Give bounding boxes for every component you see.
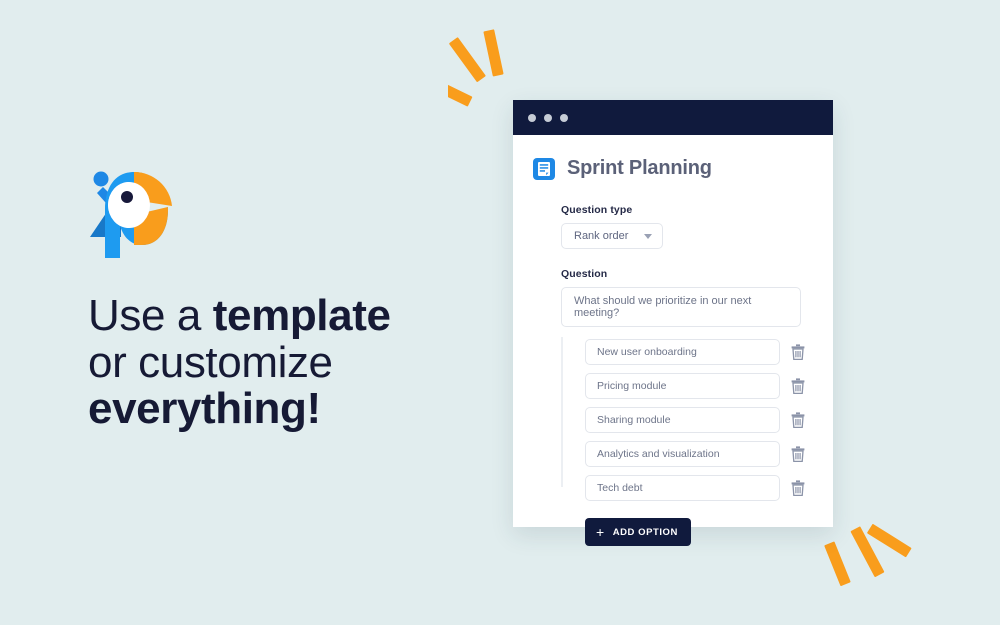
question-type-value: Rank order <box>574 230 629 242</box>
window-body: Sprint Planning Question type Rank order… <box>513 135 833 546</box>
option-row: Pricing module <box>585 373 833 399</box>
question-label: Question <box>561 268 608 280</box>
trash-icon[interactable] <box>791 344 805 360</box>
trash-icon[interactable] <box>791 378 805 394</box>
window-dot-maximize[interactable] <box>560 113 568 122</box>
document-icon <box>533 157 555 180</box>
page-title: Use a template or customize everything! <box>88 291 448 434</box>
headline-bold-template: template <box>212 291 391 340</box>
headline-line-2: or customize <box>88 337 333 387</box>
chevron-down-icon <box>644 233 653 239</box>
headline-bold-everything: everything! <box>88 384 321 434</box>
option-row: Analytics and visualization <box>585 441 833 467</box>
window-titlebar <box>513 100 833 135</box>
add-option-label: ADD OPTION <box>612 526 678 538</box>
window-dot-minimize[interactable] <box>544 113 552 122</box>
option-input[interactable]: Pricing module <box>585 373 780 399</box>
question-type-select[interactable]: Rank order <box>561 223 664 249</box>
headline-line-3: everything! <box>88 384 448 434</box>
headline-line-1: Use a template <box>88 291 448 340</box>
parrot-logo <box>90 171 172 258</box>
question-form: Question type Rank order Question What s… <box>513 180 833 546</box>
app-title-row: Sprint Planning <box>513 135 833 180</box>
app-window: Sprint Planning Question type Rank order… <box>513 100 833 546</box>
options-list: New user onboarding Pricing module Shari… <box>561 337 833 501</box>
option-input[interactable]: Tech debt <box>585 475 780 501</box>
poster-canvas: Use a template or customize everything! <box>0 0 1000 625</box>
promo-block: Use a template or customize everything! <box>88 165 448 433</box>
plus-icon: + <box>596 523 605 540</box>
app-title: Sprint Planning <box>567 157 712 179</box>
trash-icon[interactable] <box>791 480 805 496</box>
question-type-label: Question type <box>561 204 633 216</box>
option-input[interactable]: Sharing module <box>585 407 780 433</box>
option-row: Tech debt <box>585 475 833 501</box>
window-dot-close[interactable] <box>528 113 536 122</box>
option-row: New user onboarding <box>585 339 833 365</box>
trash-icon[interactable] <box>791 446 805 462</box>
trash-icon[interactable] <box>791 412 805 428</box>
option-row: Sharing module <box>585 407 833 433</box>
option-input[interactable]: New user onboarding <box>585 339 780 365</box>
add-option-button[interactable]: + ADD OPTION <box>585 518 691 546</box>
options-rail <box>561 337 563 487</box>
headline-plain: Use a <box>88 291 213 340</box>
option-input[interactable]: Analytics and visualization <box>585 441 780 467</box>
question-input[interactable]: What should we prioritize in our next me… <box>561 287 801 327</box>
